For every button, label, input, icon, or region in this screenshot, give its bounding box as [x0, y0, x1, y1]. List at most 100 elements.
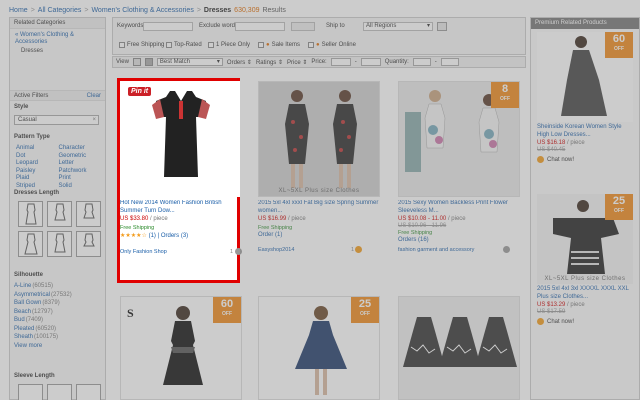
promo-title[interactable]: 2015 5xl 4xl 3xl XXXXL XXXL XXL Plus siz…: [537, 286, 633, 301]
product-card[interactable]: 25 OFF: [258, 296, 380, 400]
breadcrumb-womens[interactable]: Women's Clothing & Accessories: [91, 7, 193, 14]
pattern-link[interactable]: Letter: [59, 160, 102, 168]
shop-bag-icon[interactable]: [355, 246, 362, 253]
product-image[interactable]: XL~5XL Plus size Clothes: [258, 81, 380, 197]
pattern-link[interactable]: Geometric: [59, 153, 102, 161]
old-price-value: US $10.96 - 11.96: [398, 223, 447, 229]
product-title[interactable]: 2015 Sexy Women Backless Print Flower Sl…: [398, 200, 520, 215]
breadcrumb-separator: >: [30, 6, 35, 14]
product-card[interactable]: [398, 296, 520, 400]
ship-to-go-button[interactable]: [437, 22, 447, 31]
breadcrumb-all-categories[interactable]: All Categories: [38, 7, 82, 14]
free-shipping-checkbox[interactable]: Free Shipping: [119, 42, 164, 48]
product-card[interactable]: 8 OFF 2015 Sexy Women Backless Print Flow…: [398, 81, 520, 253]
silhouette-link[interactable]: Beach: [14, 308, 31, 317]
free-shipping-label: Free Shipping: [127, 42, 165, 48]
top-rated-checkbox[interactable]: Top-Rated: [166, 42, 202, 48]
sleeve-length-icon[interactable]: [76, 384, 101, 400]
silhouette-link[interactable]: Pleated: [14, 325, 34, 334]
sort-price[interactable]: Price ⇕: [287, 59, 307, 66]
one-piece-checkbox[interactable]: 1 Piece Only: [208, 42, 250, 48]
promo-image[interactable]: 60 OFF: [537, 32, 633, 122]
exclude-words-input[interactable]: [235, 22, 285, 31]
svg-text:S: S: [127, 306, 134, 320]
pattern-link[interactable]: Patchwork: [59, 168, 102, 176]
dress-length-icon[interactable]: [76, 201, 101, 227]
pattern-link[interactable]: Striped: [16, 183, 59, 191]
chat-now-button[interactable]: Chat now!: [537, 318, 633, 325]
dress-length-icon[interactable]: [18, 231, 43, 257]
sort-orders[interactable]: Orders ⇕: [227, 59, 252, 66]
shop-bag-icon[interactable]: [503, 246, 510, 253]
orders-link[interactable]: Order (1): [258, 232, 380, 238]
sort-ratings[interactable]: Ratings ⇕: [256, 59, 283, 66]
shop-link[interactable]: fashion garment and accessory: [398, 247, 474, 253]
pattern-link[interactable]: Character: [59, 145, 102, 153]
sort-select[interactable]: Best Match ▾: [156, 58, 223, 66]
chat-now-button[interactable]: Chat now!: [537, 156, 633, 163]
shop-link[interactable]: Easyshop2014: [258, 247, 294, 253]
promo-item[interactable]: 25 OFF XL~5XL Plus size Clothes 2015 5xl …: [537, 194, 633, 325]
pattern-link[interactable]: Animal: [16, 145, 59, 153]
promo-item[interactable]: 60 OFF Sheinside Korean Women Style High …: [537, 32, 633, 163]
product-title[interactable]: 2015 5xl 4xl xxxl Fat Big size Spring Su…: [258, 200, 380, 215]
sale-items-checkbox[interactable]: ● Sale Items: [258, 42, 300, 48]
results-label: Results: [262, 6, 286, 14]
discount-badge: 60 OFF: [213, 297, 241, 323]
product-card[interactable]: S 60 OFF: [120, 296, 242, 400]
sleeve-length-icon[interactable]: [47, 384, 72, 400]
quantity-min-input[interactable]: [412, 58, 431, 66]
price-min-input[interactable]: [330, 58, 351, 66]
orders-link[interactable]: Orders (3): [161, 233, 188, 239]
silhouette-link[interactable]: A-Line: [14, 282, 31, 291]
product-card[interactable]: XL~5XL Plus size Clothes 2015 5xl 4xl xx…: [258, 81, 380, 253]
product-title[interactable]: Hot New 2014 Women Fashion British Summe…: [120, 200, 242, 215]
dress-length-icon[interactable]: [18, 201, 43, 227]
sleeve-length-icon[interactable]: [18, 384, 43, 400]
exclude-words-go[interactable]: [291, 22, 315, 31]
product-image[interactable]: S 60 OFF: [120, 296, 242, 400]
keywords-input[interactable]: [143, 22, 193, 31]
breadcrumb-separator: >: [84, 6, 89, 14]
price-max-input[interactable]: [360, 58, 381, 66]
pattern-link[interactable]: Solid: [59, 183, 102, 191]
pattern-link[interactable]: Print: [59, 175, 102, 183]
dress-length-icon[interactable]: [47, 201, 72, 227]
pin-it-button[interactable]: Pin it: [128, 87, 152, 96]
clear-filters-link[interactable]: Clear: [87, 91, 101, 100]
product-image[interactable]: 8 OFF: [398, 81, 520, 197]
related-category-link[interactable]: « Women's Clothing & Accessories: [15, 32, 74, 45]
pattern-link[interactable]: Dot: [16, 153, 59, 161]
shop-bag-icon[interactable]: [235, 248, 242, 255]
pattern-link[interactable]: Plaid: [16, 175, 59, 183]
rating-count[interactable]: (1): [149, 233, 156, 239]
pattern-link[interactable]: Leopard: [16, 160, 59, 168]
silhouette-link[interactable]: Sheath: [14, 333, 33, 342]
promo-image[interactable]: 25 OFF XL~5XL Plus size Clothes: [537, 194, 633, 284]
breadcrumb-home[interactable]: Home: [9, 7, 28, 14]
product-image[interactable]: [398, 296, 520, 400]
close-icon[interactable]: ×: [92, 116, 96, 124]
ship-to-select[interactable]: All Regions ▾: [363, 22, 433, 31]
shop-link[interactable]: Only Fashion Shop: [120, 249, 167, 255]
chat-icon: [537, 318, 544, 325]
grid-view-icon[interactable]: [144, 58, 153, 66]
quantity-max-input[interactable]: [440, 58, 459, 66]
list-view-icon[interactable]: [132, 58, 141, 66]
orders-link[interactable]: Orders (16): [398, 237, 520, 243]
dress-length-icon[interactable]: [47, 231, 72, 257]
product-card[interactable]: Pin it Hot New 2014 Women Fashion Britis…: [120, 81, 242, 255]
silhouette-link[interactable]: Ball Gown: [14, 299, 41, 308]
seller-online-checkbox[interactable]: ● Seller Online: [308, 42, 356, 48]
silhouette-link[interactable]: Asymmetrical: [14, 291, 50, 300]
silhouette-link[interactable]: Bud: [14, 316, 25, 325]
view-more-link[interactable]: View more: [14, 342, 42, 351]
style-filter-chip[interactable]: Casual ×: [14, 115, 99, 125]
product-image[interactable]: Pin it: [120, 81, 242, 197]
product-image[interactable]: 25 OFF: [258, 296, 380, 400]
dress-length-icon[interactable]: [76, 231, 101, 257]
promo-title[interactable]: Sheinside Korean Women Style High Low Dr…: [537, 124, 633, 139]
old-price-value: US $40.45: [537, 147, 566, 153]
active-filters-bar: Active Filters Clear: [10, 90, 105, 101]
pattern-link[interactable]: Paisley: [16, 168, 59, 176]
